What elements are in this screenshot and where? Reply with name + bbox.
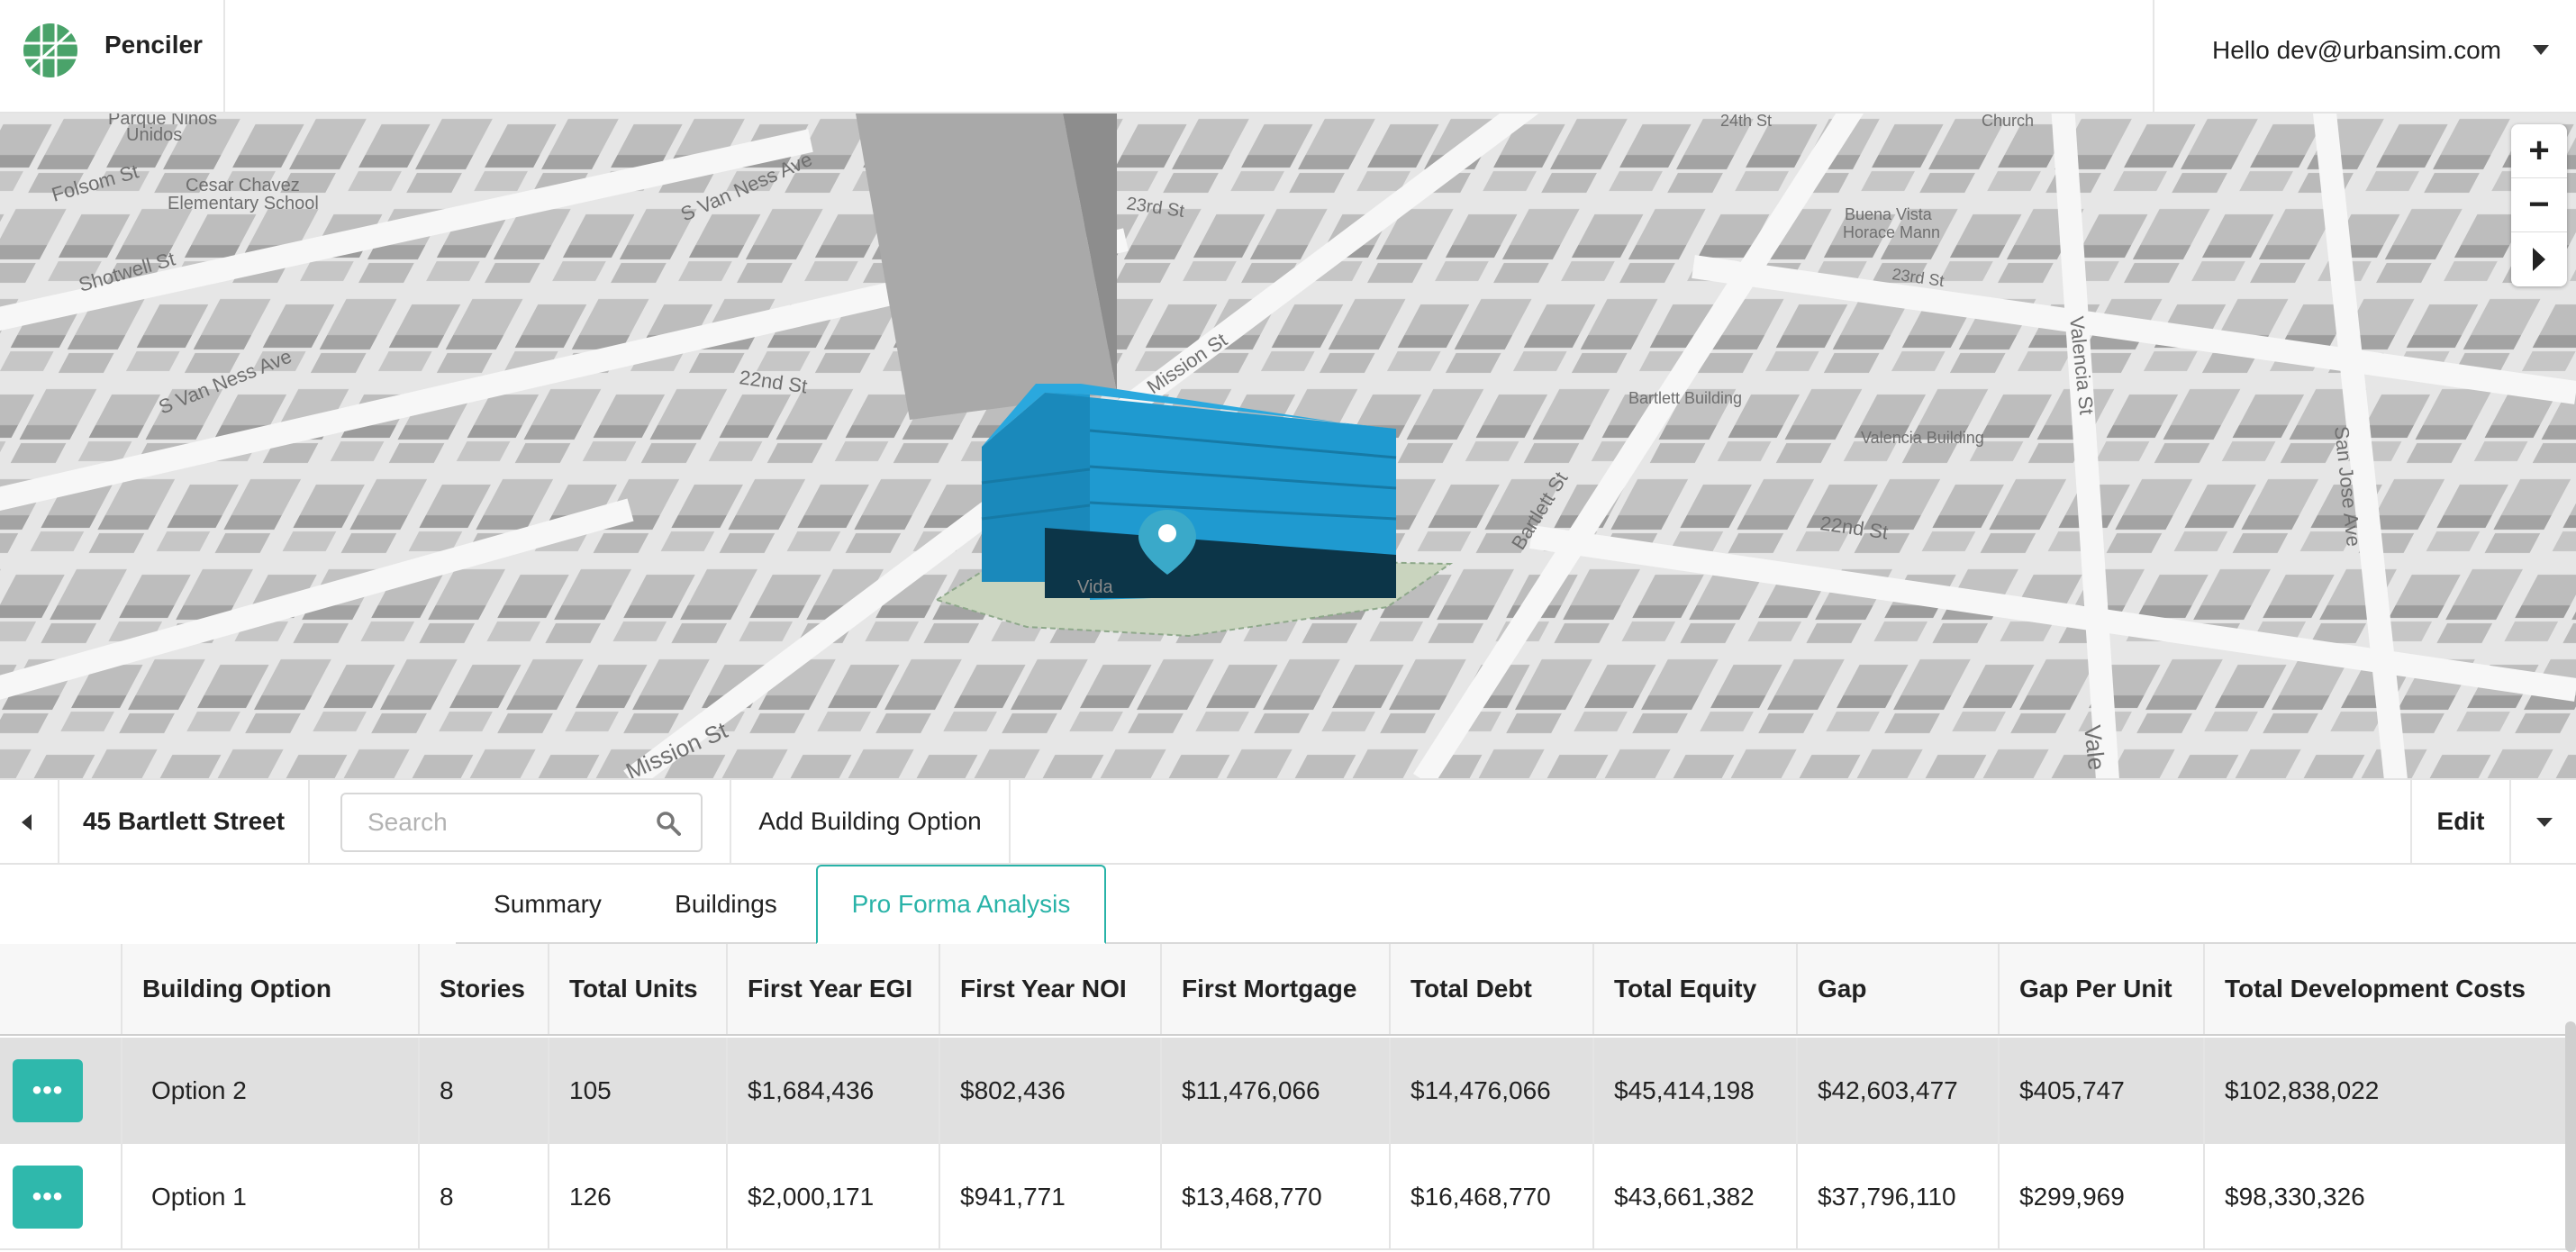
table-cell: $98,330,326	[2225, 1183, 2365, 1211]
project-toolbar: 45 Bartlett Street Add Building Option E…	[0, 778, 2576, 865]
penciler-logo-icon	[23, 23, 77, 77]
table-cell: $43,661,382	[1594, 1144, 1798, 1250]
column-header[interactable]: Total Units	[549, 944, 728, 1034]
row-actions-cell: •••	[0, 1144, 122, 1250]
map-label: Vale	[2079, 723, 2110, 771]
table-cell: $45,414,198	[1594, 1038, 1798, 1144]
column-header[interactable]: Gap Per Unit	[2000, 944, 2205, 1034]
row-actions-cell: •••	[0, 1038, 122, 1144]
map-label: Buena Vista	[1845, 205, 1933, 223]
collapse-panel-button[interactable]	[0, 780, 59, 863]
table-cell: 105	[549, 1038, 728, 1144]
map-label: Unidos	[126, 125, 182, 145]
table-cell: $405,747	[2000, 1038, 2205, 1144]
user-greeting[interactable]: Hello dev@urbansim.com	[2212, 36, 2501, 65]
column-header[interactable]: Total Debt	[1391, 944, 1594, 1034]
compass-icon	[2533, 248, 2545, 271]
tab-summary[interactable]: Summary	[465, 865, 630, 944]
project-address: 45 Bartlett Street	[59, 780, 310, 863]
caret-left-icon	[22, 814, 32, 830]
tab-buildings[interactable]: Buildings	[656, 865, 796, 944]
table-row[interactable]: ••• Option 1 8 126 $2,000,171 $941,771 $…	[0, 1144, 2576, 1250]
table-cell: $11,476,066	[1162, 1038, 1391, 1144]
table-cell: 8	[420, 1144, 549, 1250]
table-row[interactable]: ••• Option 2 8 105 $1,684,436 $802,436 $…	[0, 1038, 2576, 1144]
map-label: Bartlett Building	[1628, 389, 1742, 407]
row-menu-button[interactable]: •••	[13, 1166, 83, 1229]
table-scrollbar[interactable]	[2565, 1021, 2576, 1252]
caret-down-icon[interactable]	[2533, 45, 2549, 55]
app-name: Penciler	[104, 31, 203, 59]
column-header[interactable]: Building Option	[122, 944, 420, 1034]
row-menu-button[interactable]: •••	[13, 1059, 83, 1122]
table-cell: $802,436	[940, 1038, 1162, 1144]
table-cell: Option 2	[122, 1038, 420, 1144]
table-cell: 8	[420, 1038, 549, 1144]
map-canvas[interactable]: Parque Niños Unidos Cesar Chavez Element…	[0, 113, 2576, 778]
column-header[interactable]: Total Equity	[1594, 944, 1798, 1034]
table-cell: $2,000,171	[728, 1144, 940, 1250]
add-building-option-button[interactable]: Add Building Option	[730, 780, 1011, 863]
tab-pro-forma-analysis[interactable]: Pro Forma Analysis	[816, 865, 1106, 944]
column-header[interactable]: Stories	[420, 944, 549, 1034]
table-cell: $37,796,110	[1798, 1144, 2000, 1250]
edit-button[interactable]: Edit	[2410, 780, 2511, 863]
search-box[interactable]	[340, 793, 703, 852]
column-header[interactable]: Gap	[1798, 944, 2000, 1034]
caret-down-icon	[2536, 818, 2553, 827]
tab-bar: Summary Buildings Pro Forma Analysis	[0, 865, 2576, 944]
brand[interactable]: Penciler	[0, 0, 225, 112]
table-cell: $299,969	[2000, 1144, 2205, 1250]
table-cell: $14,476,066	[1391, 1038, 1594, 1144]
search-icon[interactable]	[656, 811, 681, 836]
table-cell: Option 1	[122, 1144, 420, 1250]
map-label: Horace Mann	[1843, 223, 1940, 241]
table-cell: $102,838,022	[2225, 1076, 2380, 1104]
table-cell: 126	[549, 1144, 728, 1250]
map-label: Valencia Building	[1861, 429, 1984, 447]
user-menu[interactable]: Hello dev@urbansim.com	[2153, 0, 2576, 112]
search-input[interactable]	[342, 794, 639, 850]
column-header[interactable]: Total Development Costs	[2205, 944, 2565, 1034]
column-header[interactable]: First Mortgage	[1162, 944, 1391, 1034]
column-header[interactable]: First Year NOI	[940, 944, 1162, 1034]
column-header-actions	[0, 944, 122, 1034]
table-cell: $16,468,770	[1391, 1144, 1594, 1250]
compass-button[interactable]	[2511, 232, 2567, 286]
table-cell: $941,771	[940, 1144, 1162, 1250]
zoom-in-button[interactable]: +	[2511, 124, 2567, 178]
map-label: Cesar Chavez	[186, 176, 300, 195]
map-view[interactable]: Parque Niños Unidos Cesar Chavez Element…	[0, 113, 2576, 778]
more-options-button[interactable]	[2511, 780, 2576, 863]
pro-forma-table: Building Option Stories Total Units Firs…	[0, 944, 2576, 1252]
zoom-out-button[interactable]: −	[2511, 178, 2567, 232]
table-cell: $1,684,436	[728, 1038, 940, 1144]
map-label: Church	[1982, 113, 2034, 130]
map-navigation-controls: + −	[2511, 124, 2567, 286]
map-label: 24th St	[1720, 113, 1772, 130]
table-cell: $13,468,770	[1162, 1144, 1391, 1250]
table-header: Building Option Stories Total Units Firs…	[0, 944, 2576, 1036]
map-label: Elementary School	[168, 194, 319, 213]
map-label: Vida	[1077, 577, 1114, 597]
table-cell: $42,603,477	[1798, 1038, 2000, 1144]
column-header[interactable]: First Year EGI	[728, 944, 940, 1034]
app-header: Penciler Hello dev@urbansim.com	[0, 0, 2576, 113]
